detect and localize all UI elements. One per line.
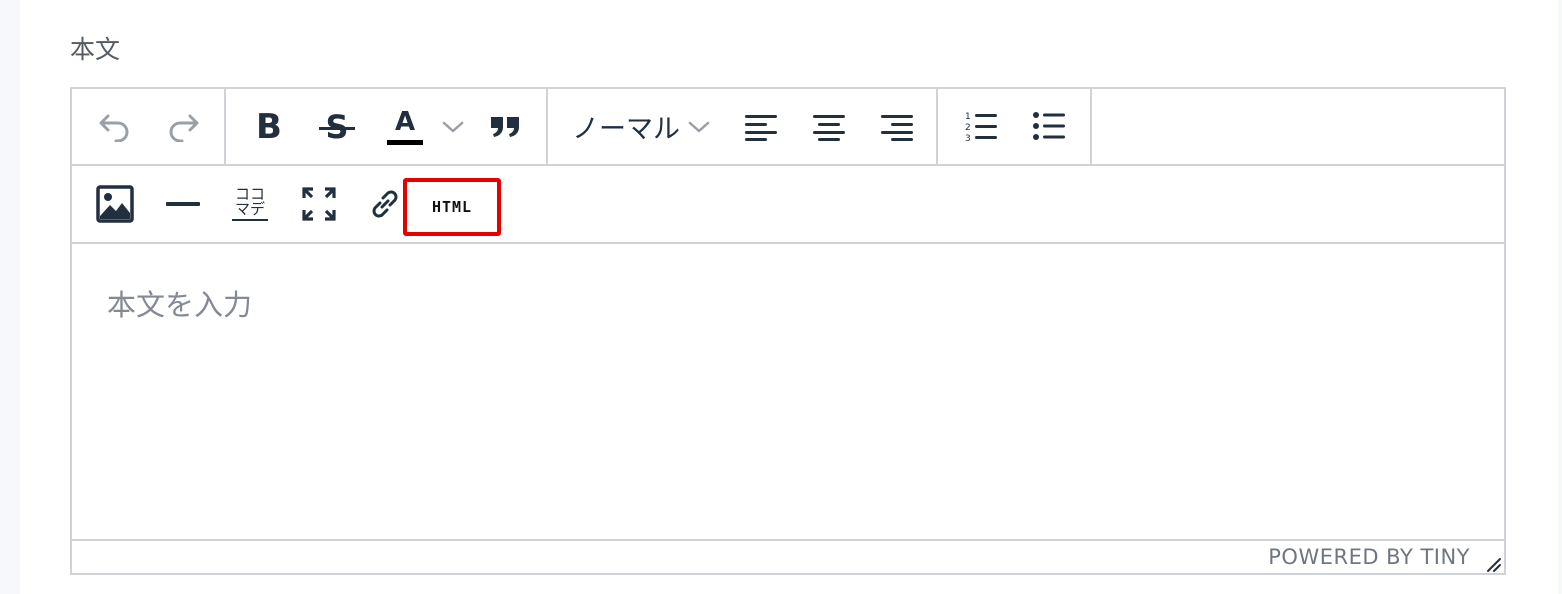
furigana-icon: ココ マデ bbox=[232, 186, 268, 221]
form-panel: 本文 B A ノーマル 1 2 3 ココ マデ HTML 本文を入力 POWER… bbox=[20, 0, 1558, 594]
format-select[interactable]: ノーマル bbox=[572, 89, 716, 164]
toolbar-row-1: B S A bbox=[72, 89, 1504, 166]
insert-link-button[interactable] bbox=[362, 166, 408, 241]
horizontal-rule-icon bbox=[166, 201, 200, 206]
chevron-down-icon bbox=[442, 121, 464, 133]
align-left-icon bbox=[745, 114, 777, 141]
status-bar: POWERED BY TINY bbox=[72, 541, 1504, 573]
toolbar-row-2: ココ マデ HTML bbox=[72, 166, 1504, 244]
undo-icon bbox=[99, 114, 129, 142]
link-icon bbox=[372, 190, 398, 217]
redo-icon bbox=[169, 114, 199, 142]
bullet-list-button[interactable] bbox=[1024, 89, 1074, 164]
numbered-list-icon: 1 2 3 bbox=[965, 112, 997, 144]
text-color-icon: A bbox=[387, 107, 423, 147]
undo-button[interactable] bbox=[90, 89, 140, 164]
strikethrough-button[interactable]: S bbox=[312, 89, 362, 164]
horizontal-rule-button[interactable] bbox=[158, 166, 208, 241]
svg-text:3: 3 bbox=[965, 134, 971, 144]
source-code-button[interactable]: HTML bbox=[403, 178, 501, 236]
field-label: 本文 bbox=[70, 35, 121, 64]
bullet-list-icon bbox=[1033, 111, 1065, 140]
numbered-list-button[interactable]: 1 2 3 bbox=[956, 89, 1006, 164]
text-color-button[interactable]: A bbox=[384, 89, 426, 164]
powered-by-link[interactable]: POWERED BY TINY bbox=[1268, 545, 1470, 569]
svg-text:2: 2 bbox=[965, 123, 971, 133]
format-select-value: ノーマル bbox=[572, 114, 680, 145]
svg-text:1: 1 bbox=[965, 112, 971, 122]
bold-button[interactable]: B bbox=[244, 89, 294, 164]
resize-handle-icon[interactable] bbox=[1484, 555, 1502, 573]
bold-label: B bbox=[256, 106, 282, 147]
text-color-dropdown[interactable] bbox=[438, 89, 468, 164]
furigana-button[interactable]: ココ マデ bbox=[224, 166, 276, 241]
align-center-button[interactable] bbox=[804, 89, 854, 164]
image-icon bbox=[96, 184, 134, 223]
redo-button[interactable] bbox=[158, 89, 208, 164]
insert-image-button[interactable] bbox=[90, 166, 140, 241]
strikethrough-label: S bbox=[319, 108, 355, 146]
fullscreen-icon bbox=[302, 186, 336, 221]
align-right-button[interactable] bbox=[872, 89, 922, 164]
chevron-down-icon bbox=[688, 121, 710, 133]
rich-text-editor: B S A bbox=[70, 87, 1506, 575]
editor-placeholder: 本文を入力 bbox=[107, 288, 253, 322]
editor-content-area[interactable]: 本文を入力 bbox=[72, 244, 1504, 541]
align-right-icon bbox=[881, 114, 913, 141]
align-center-icon bbox=[813, 114, 845, 141]
fullscreen-button[interactable] bbox=[294, 166, 344, 241]
align-left-button[interactable] bbox=[736, 89, 786, 164]
html-label: HTML bbox=[431, 198, 473, 216]
quote-icon bbox=[491, 116, 519, 137]
blockquote-button[interactable] bbox=[480, 89, 530, 164]
